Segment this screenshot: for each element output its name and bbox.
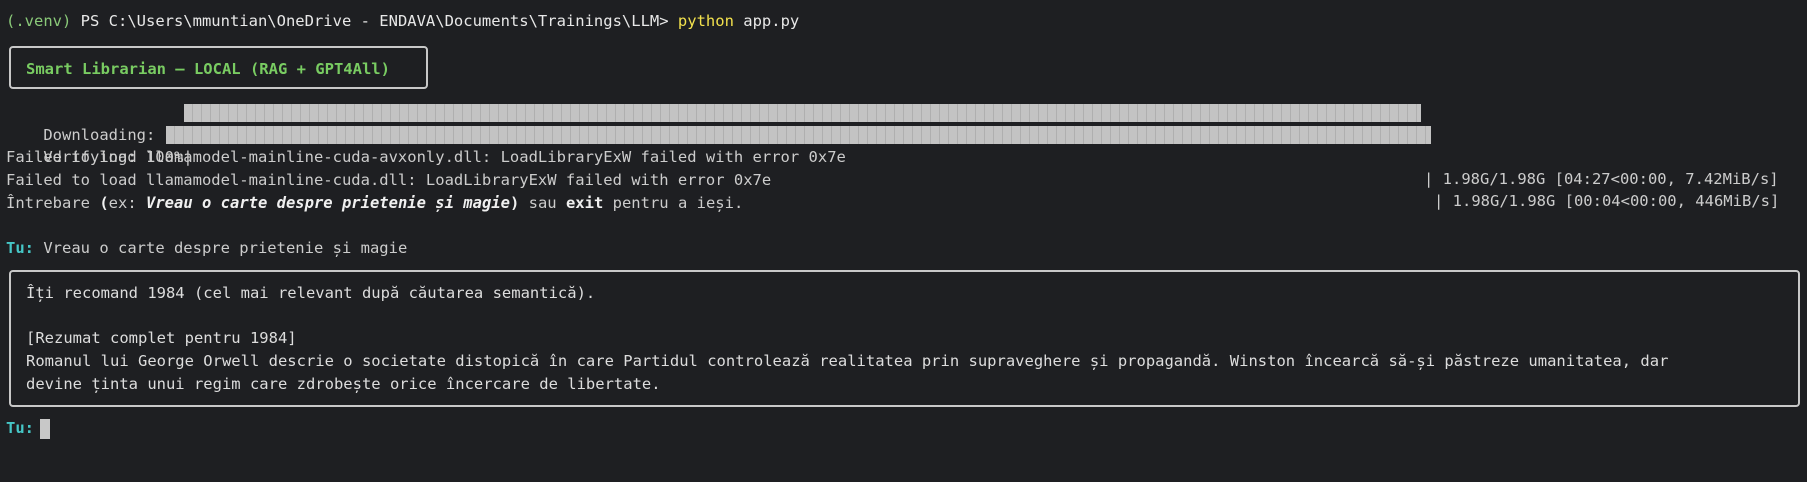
input-prompt-line[interactable]: Tu: xyxy=(6,417,50,439)
command-name: python xyxy=(677,12,734,30)
error-line-1: Failed to load llamamodel-mainline-cuda-… xyxy=(6,148,846,166)
instruction-mid: sau xyxy=(519,194,566,212)
user-message-line: Tu: Vreau o carte despre prietenie și ma… xyxy=(6,237,407,259)
download-progress-line: Downloading: 100%| | 1.98G/1.98G [04:27<… xyxy=(6,102,1806,188)
instruction-line: Întrebare (ex: Vreau o carte despre prie… xyxy=(6,192,743,214)
command-argument: app.py xyxy=(733,12,800,30)
verify-progress-line: Verifying: 100%| | 1.98G/1.98G [00:04<00… xyxy=(6,124,1806,210)
download-progress-bar xyxy=(184,104,1421,122)
instruction-close-paren: ) xyxy=(509,194,520,212)
answer-recommendation: Îți recomand 1984 (cel mai relevant după… xyxy=(26,284,596,302)
app-title: Smart Librarian – LOCAL (RAG + GPT4All) xyxy=(26,60,390,78)
instruction-suffix: pentru a ieși. xyxy=(603,194,744,212)
instruction-exit-keyword: exit xyxy=(565,194,604,212)
verify-stats: | 1.98G/1.98G [00:04<00:00, 446MiB/s] xyxy=(1434,192,1780,210)
text-cursor[interactable] xyxy=(40,418,50,439)
assistant-answer-panel: Îți recomand 1984 (cel mai relevant după… xyxy=(9,270,1800,407)
app-title-panel: Smart Librarian – LOCAL (RAG + GPT4All) xyxy=(9,46,428,89)
verify-progress-bar xyxy=(166,126,1431,144)
answer-summary-line-2: devine ținta unui regim care zdrobește o… xyxy=(26,375,661,393)
error-line-2: Failed to load llamamodel-mainline-cuda.… xyxy=(6,171,772,189)
prompt-path: PS C:\Users\mmuntian\OneDrive - ENDAVA\D… xyxy=(71,12,678,30)
instruction-example: Vreau o carte despre prietenie și magie xyxy=(146,194,510,212)
user-label: Tu: xyxy=(6,239,34,257)
instruction-ex: ex: xyxy=(108,194,146,212)
venv-indicator: (.venv) xyxy=(6,12,72,30)
instruction-open-paren: ( xyxy=(99,194,109,212)
user-message: Vreau o carte despre prietenie și magie xyxy=(34,239,408,257)
instruction-prefix: Întrebare xyxy=(6,194,100,212)
input-user-label: Tu: xyxy=(6,419,34,437)
answer-summary-header: [Rezumat complet pentru 1984] xyxy=(26,329,297,347)
answer-summary-line-1: Romanul lui George Orwell descrie o soci… xyxy=(26,352,1669,370)
download-stats: | 1.98G/1.98G [04:27<00:00, 7.42MiB/s] xyxy=(1424,170,1779,188)
command-prompt-line: (.venv) PS C:\Users\mmuntian\OneDrive - … xyxy=(6,10,799,32)
